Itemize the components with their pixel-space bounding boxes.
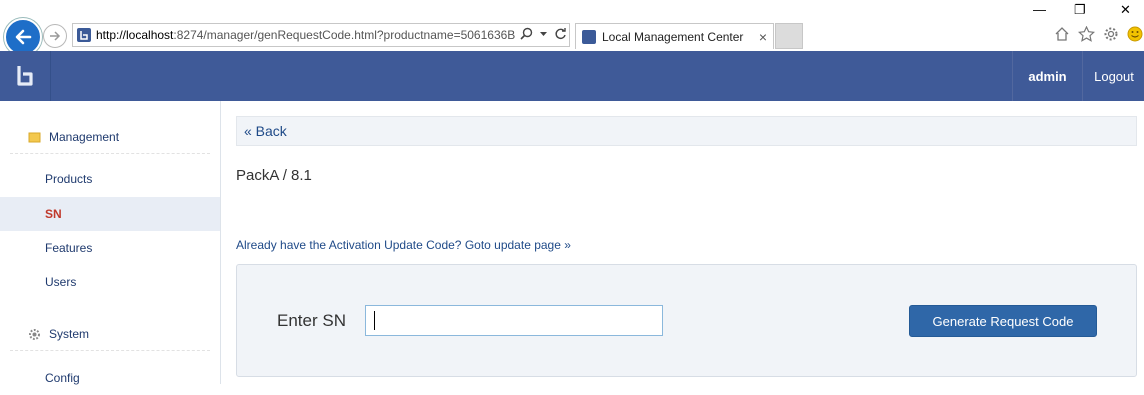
tab-favicon — [582, 29, 596, 44]
sidebar-section-label: Management — [49, 130, 120, 144]
product-breadcrumb: PackA / 8.1 — [236, 167, 312, 184]
text-caret — [374, 311, 375, 330]
arrow-right-icon — [50, 31, 61, 41]
sidebar: Management Products SN Features Users Sy… — [0, 101, 221, 385]
tab-close-icon[interactable]: × — [759, 29, 767, 45]
logo-icon — [17, 66, 33, 86]
search-icon[interactable] — [520, 27, 533, 43]
settings-gear-icon[interactable] — [1103, 26, 1119, 46]
minimize-icon[interactable]: — — [1033, 2, 1046, 17]
new-tab-button[interactable] — [775, 23, 803, 49]
site-favicon — [77, 28, 91, 42]
app-logo[interactable] — [0, 51, 51, 101]
goto-update-page-link[interactable]: Already have the Activation Update Code?… — [236, 238, 571, 252]
tab-title: Local Management Center — [602, 29, 744, 44]
back-link[interactable]: « Back — [244, 123, 287, 139]
restore-icon[interactable]: ❐ — [1074, 2, 1086, 18]
sidebar-item-config[interactable]: Config — [0, 361, 220, 395]
browser-forward-button[interactable] — [43, 24, 67, 48]
app-header: admin Logout — [0, 51, 1144, 101]
smiley-feedback-icon[interactable] — [1127, 26, 1143, 46]
browser-tab[interactable]: Local Management Center × — [575, 23, 774, 49]
arrow-left-icon — [15, 29, 32, 45]
browser-chrome: http://localhost:8274/manager/genRequest… — [0, 0, 1144, 56]
sidebar-item-users[interactable]: Users — [0, 265, 220, 299]
favorites-star-icon[interactable] — [1077, 25, 1096, 46]
dropdown-icon[interactable] — [539, 27, 548, 43]
sidebar-section-management[interactable]: Management — [10, 121, 210, 154]
header-username[interactable]: admin — [1012, 51, 1082, 101]
gear-icon — [29, 328, 40, 340]
sn-input[interactable] — [365, 305, 663, 336]
address-url[interactable]: http://localhost:8274/manager/genRequest… — [96, 28, 516, 42]
close-window-icon[interactable]: ✕ — [1120, 2, 1131, 18]
refresh-icon[interactable] — [554, 27, 567, 43]
generate-request-code-button[interactable]: Generate Request Code — [909, 305, 1097, 337]
sidebar-item-products[interactable]: Products — [0, 162, 220, 196]
home-icon[interactable] — [1054, 26, 1070, 46]
folder-icon — [28, 132, 41, 142]
sn-label: Enter SN — [277, 311, 346, 330]
back-bar: « Back — [236, 116, 1137, 146]
sidebar-section-system[interactable]: System — [10, 318, 210, 351]
sidebar-item-features[interactable]: Features — [0, 231, 220, 265]
sidebar-section-label: System — [49, 327, 90, 341]
sidebar-item-sn[interactable]: SN — [0, 197, 220, 231]
address-bar[interactable]: http://localhost:8274/manager/genRequest… — [72, 23, 570, 47]
logout-link[interactable]: Logout — [1082, 51, 1144, 101]
